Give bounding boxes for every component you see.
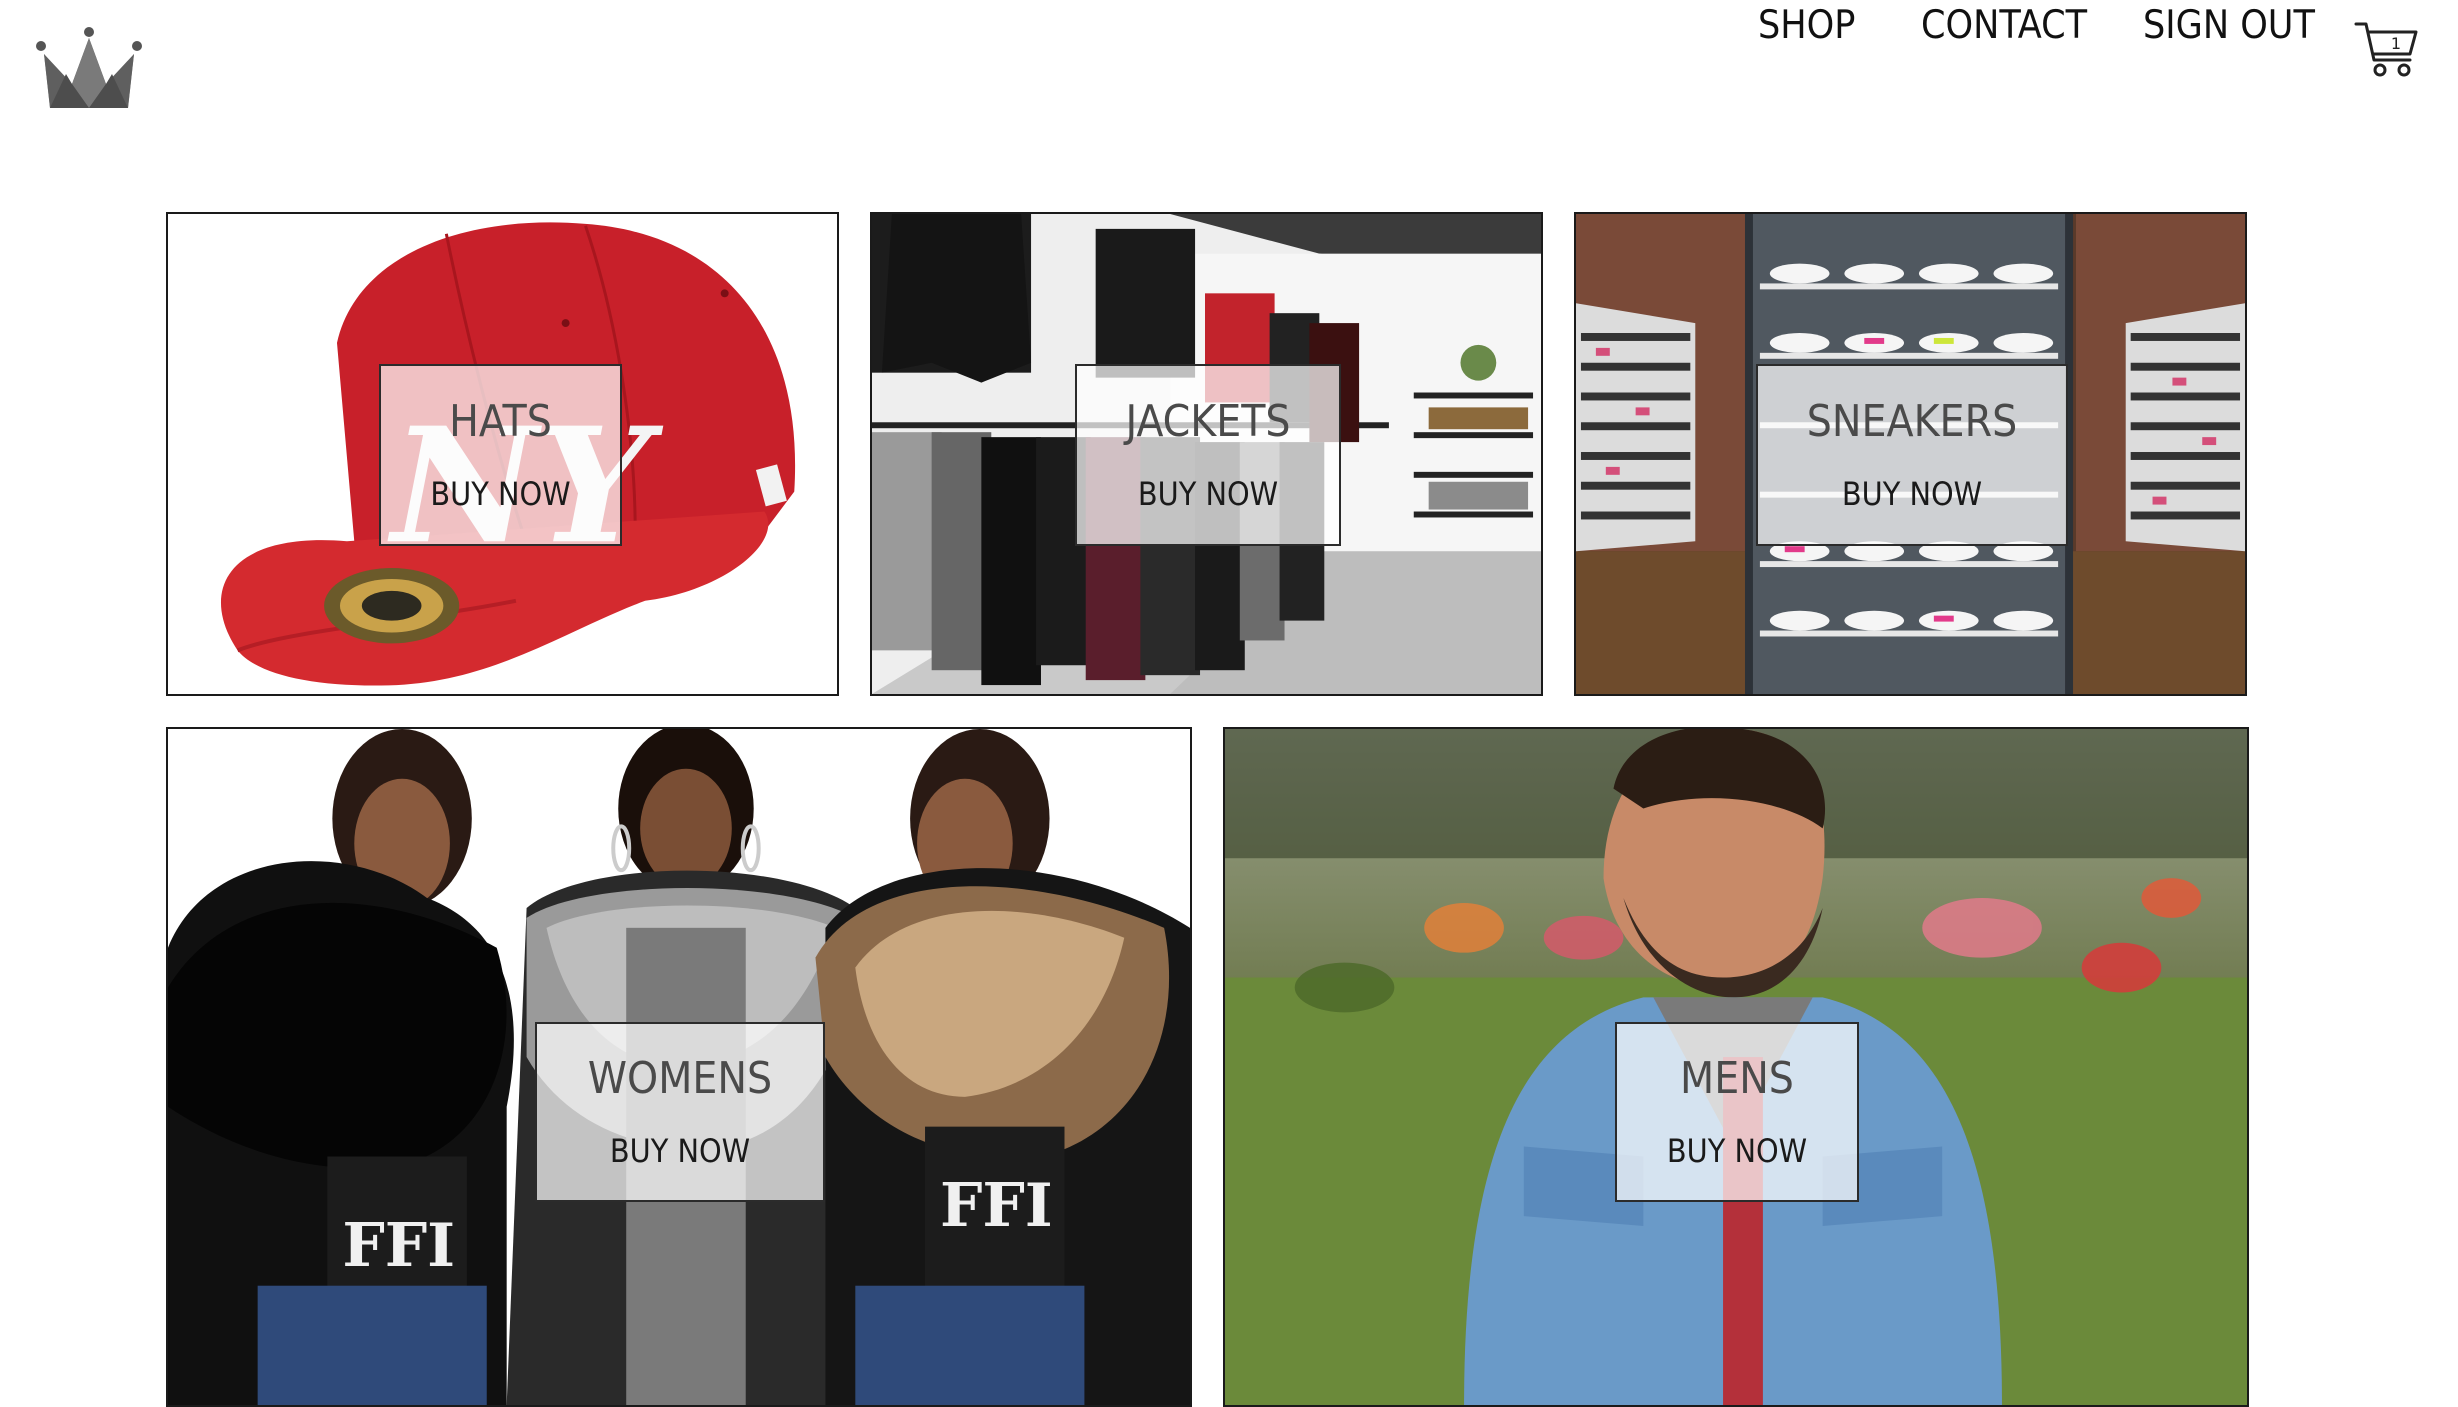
buy-now-link[interactable]: BUY NOW	[1138, 478, 1278, 510]
category-title: MENS	[1680, 1053, 1794, 1104]
buy-now-link[interactable]: BUY NOW	[610, 1135, 750, 1167]
crown-logo-icon[interactable]	[36, 26, 146, 116]
nav-contact-link[interactable]: CONTACT	[1921, 0, 2087, 52]
site-header: SHOP CONTACT SIGN OUT 1	[0, 0, 2458, 140]
category-label-jackets: JACKETS BUY NOW	[1075, 364, 1341, 546]
category-tile-womens[interactable]: FFI FFI WOMENS BUY NOW	[166, 727, 1192, 1407]
category-title: HATS	[449, 396, 552, 447]
category-label-womens: WOMENS BUY NOW	[535, 1022, 825, 1202]
category-title: JACKETS	[1125, 396, 1291, 447]
category-title: SNEAKERS	[1806, 396, 2018, 447]
svg-text:FFI: FFI	[940, 1171, 1053, 1241]
buy-now-link[interactable]: BUY NOW	[1842, 478, 1982, 510]
category-tile-hats[interactable]: NY HATS BUY NOW	[166, 212, 839, 696]
shopping-cart-icon	[2354, 22, 2418, 77]
category-label-sneakers: SNEAKERS BUY NOW	[1756, 364, 2068, 546]
buy-now-link[interactable]: BUY NOW	[430, 478, 570, 510]
category-label-mens: MENS BUY NOW	[1615, 1022, 1859, 1202]
nav-sign-out-link[interactable]: SIGN OUT	[2143, 0, 2315, 52]
cart-item-count: 1	[2390, 34, 2402, 53]
category-tile-mens[interactable]: MENS BUY NOW	[1223, 727, 2249, 1407]
svg-text:FFI: FFI	[342, 1211, 455, 1281]
category-tile-jackets[interactable]: JACKETS BUY NOW	[870, 212, 1543, 696]
category-title: WOMENS	[587, 1053, 773, 1104]
category-tile-sneakers[interactable]: SNEAKERS BUY NOW	[1574, 212, 2247, 696]
buy-now-link[interactable]: BUY NOW	[1667, 1135, 1807, 1167]
category-label-hats: HATS BUY NOW	[379, 364, 622, 546]
shopping-cart-button[interactable]: 1	[2354, 20, 2420, 82]
nav-shop-link[interactable]: SHOP	[1758, 0, 1855, 52]
